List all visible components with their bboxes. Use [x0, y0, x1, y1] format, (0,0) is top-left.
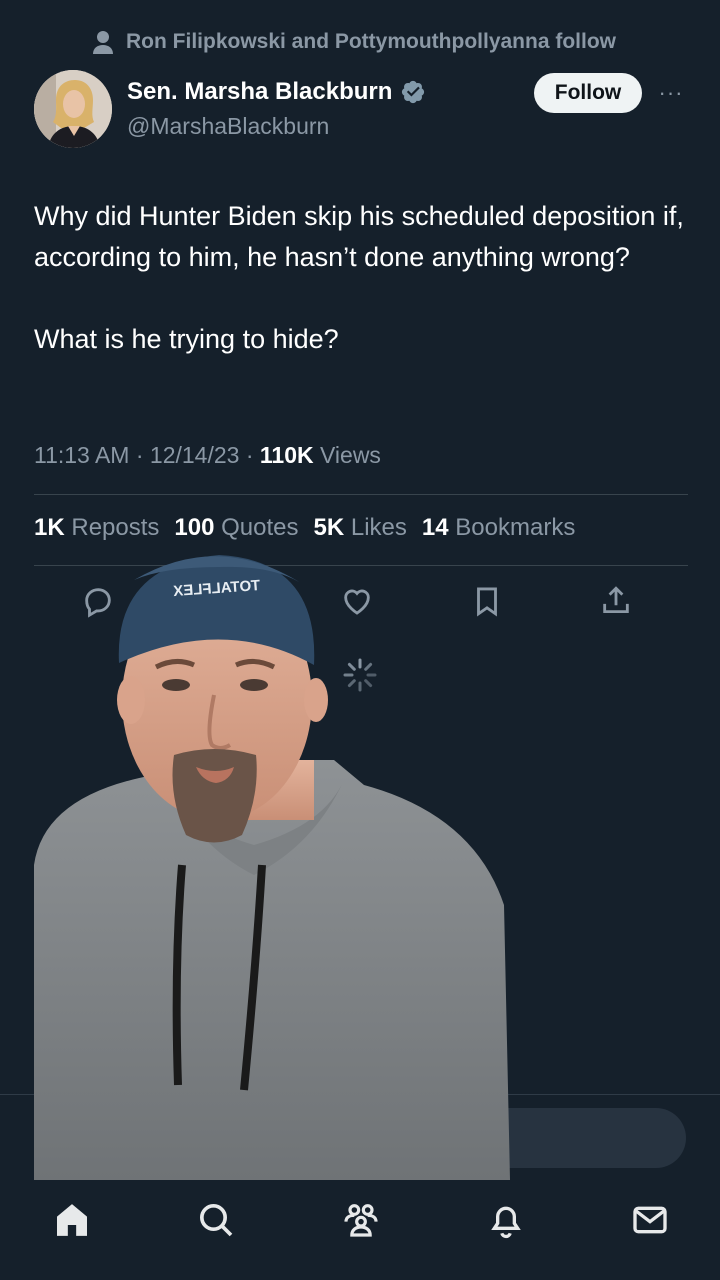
search-icon[interactable]	[196, 1200, 236, 1242]
stat-quotes[interactable]: 100 Quotes	[174, 514, 298, 542]
divider	[34, 494, 688, 495]
person-icon	[92, 30, 114, 54]
follow-button[interactable]: Follow	[534, 73, 642, 113]
views-count: 110K	[259, 442, 314, 468]
tweet-paragraph: Why did Hunter Biden skip his scheduled …	[34, 201, 684, 272]
creator-video-overlay: TOTALFLEX	[34, 545, 510, 1180]
tweet-paragraph: What is he trying to hide?	[34, 324, 339, 354]
engagement-stats: 1K Reposts 100 Quotes 5K Likes 14 Bookma…	[34, 514, 575, 542]
social-context[interactable]: Ron Filipkowski and Pottymouthpollyanna …	[92, 28, 616, 56]
more-options-icon[interactable]: ···	[656, 80, 686, 105]
stat-bookmarks[interactable]: 14 Bookmarks	[422, 514, 575, 542]
communities-icon[interactable]	[341, 1200, 381, 1242]
stat-reposts[interactable]: 1K Reposts	[34, 514, 159, 542]
views-label: Views	[313, 442, 381, 468]
social-context-text: Ron Filipkowski and Pottymouthpollyanna …	[126, 30, 617, 53]
author-avatar[interactable]	[34, 70, 112, 148]
author-name-row[interactable]: Sen. Marsha Blackburn	[127, 78, 426, 106]
tweet-meta: 11:13 AM · 12/14/23 · 110K Views	[34, 442, 381, 469]
tweet-timestamp[interactable]: 11:13 AM · 12/14/23 ·	[34, 442, 260, 468]
share-icon[interactable]	[599, 584, 635, 620]
messages-icon[interactable]	[630, 1200, 670, 1242]
stat-likes[interactable]: 5K Likes	[314, 514, 407, 542]
home-icon[interactable]	[52, 1200, 92, 1242]
verified-badge-icon	[400, 79, 426, 105]
notifications-icon[interactable]	[486, 1200, 526, 1242]
tweet-text: Why did Hunter Biden skip his scheduled …	[34, 196, 684, 360]
author-handle[interactable]: @MarshaBlackburn	[127, 113, 329, 140]
author-name[interactable]: Sen. Marsha Blackburn	[127, 78, 392, 106]
